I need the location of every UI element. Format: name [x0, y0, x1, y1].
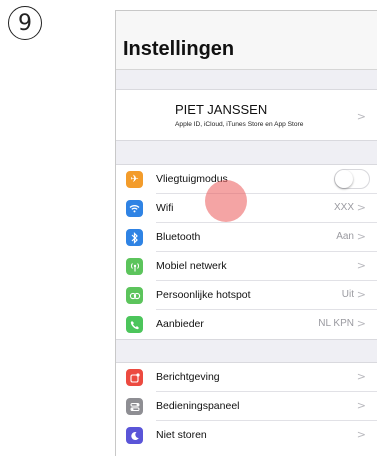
system-group: Berichtgeving > Bedieningspaneel > Niet … — [116, 362, 377, 456]
row-do-not-disturb[interactable]: Niet storen > — [116, 421, 377, 450]
row-label: Berichtgeving — [156, 371, 220, 383]
chevron-right-icon: > — [356, 201, 366, 214]
row-control-center[interactable]: Bedieningspaneel > — [116, 392, 377, 421]
chevron-right-icon: > — [356, 399, 366, 412]
step-number-badge: 9 — [8, 6, 42, 40]
row-value: XXX — [333, 202, 354, 213]
row-carrier[interactable]: Aanbieder NL KPN > — [116, 310, 377, 339]
bluetooth-icon — [126, 229, 143, 246]
tap-indicator — [205, 180, 247, 222]
profile-row[interactable]: PIET JANSSEN Apple ID, iCloud, iTunes St… — [116, 89, 377, 141]
page-title: Instellingen — [123, 38, 235, 60]
row-mobile-network[interactable]: Mobiel netwerk > — [116, 252, 377, 281]
row-label: Bedieningspaneel — [156, 400, 240, 412]
row-bluetooth[interactable]: Bluetooth Aan > — [116, 223, 377, 252]
chevron-right-icon: > — [356, 230, 366, 243]
control-center-icon — [126, 398, 143, 415]
toggle-knob — [335, 170, 353, 188]
phone-icon — [126, 316, 143, 333]
row-value: Aan — [336, 231, 354, 242]
settings-screen: Instellingen PIET JANSSEN Apple ID, iClo… — [115, 10, 377, 456]
row-notifications[interactable]: Berichtgeving > — [116, 363, 377, 392]
row-label: Aanbieder — [156, 318, 204, 330]
wifi-icon — [126, 200, 143, 217]
row-label: Niet storen — [156, 429, 207, 441]
row-label: Mobiel netwerk — [156, 260, 227, 272]
airplane-mode-toggle[interactable] — [334, 169, 370, 189]
connectivity-group: ✈ Vliegtuigmodus Wifi XXX > Bluetooth Aa… — [116, 164, 377, 340]
chevron-right-icon: > — [356, 259, 366, 272]
row-value: Uit — [341, 289, 354, 300]
chevron-right-icon: > — [356, 288, 366, 301]
chevron-right-icon: > — [356, 317, 366, 330]
chevron-right-icon: > — [356, 428, 366, 441]
row-label: Persoonlijke hotspot — [156, 289, 251, 301]
chevron-right-icon: > — [356, 370, 366, 383]
notifications-icon — [126, 369, 143, 386]
navigation-bar: Instellingen — [116, 11, 377, 70]
row-value: NL KPN — [318, 318, 354, 329]
moon-icon — [126, 427, 143, 444]
row-label: Bluetooth — [156, 231, 201, 243]
row-label: Wifi — [156, 202, 174, 214]
row-airplane-mode[interactable]: ✈ Vliegtuigmodus — [116, 165, 377, 194]
row-personal-hotspot[interactable]: Persoonlijke hotspot Uit > — [116, 281, 377, 310]
hotspot-icon — [126, 287, 143, 304]
antenna-icon — [126, 258, 143, 275]
profile-subtitle: Apple ID, iCloud, iTunes Store en App St… — [175, 121, 304, 128]
chevron-right-icon: > — [356, 110, 366, 123]
profile-name: PIET JANSSEN — [175, 102, 268, 117]
airplane-icon: ✈ — [126, 171, 143, 188]
